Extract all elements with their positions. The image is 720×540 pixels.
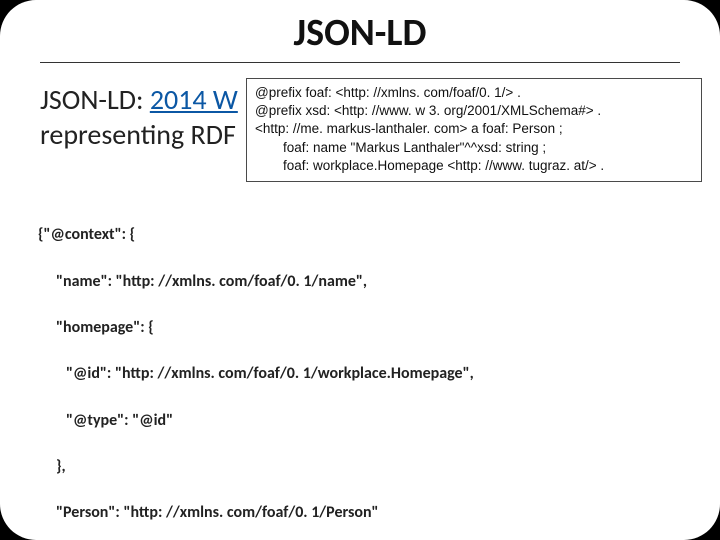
- slide-title: JSON-LD: [294, 10, 427, 56]
- code-line: {"@context": {: [38, 223, 680, 246]
- turtle-line: foaf: workplace.Homepage <http: //www. t…: [255, 157, 693, 175]
- turtle-line: @prefix foaf: <http: //xmlns. com/foaf/0…: [255, 84, 693, 102]
- code-line: "@id": "http: //xmlns. com/foaf/0. 1/wor…: [66, 362, 680, 385]
- code-line: "homepage": {: [56, 316, 680, 339]
- body-line2: representing RDF: [40, 117, 236, 152]
- turtle-line: foaf: name "Markus Lanthaler"^^xsd: stri…: [255, 139, 693, 157]
- code-line: "Person": "http: //xmlns. com/foaf/0. 1/…: [56, 501, 680, 524]
- turtle-line: <http: //me. markus-lanthaler. com> a fo…: [255, 120, 693, 138]
- body-link[interactable]: 2014 W: [150, 82, 238, 117]
- code-line: "@type": "@id": [66, 409, 680, 432]
- code-line: },: [56, 455, 680, 478]
- slide: JSON-LD JSON-LD: 2014 W representing RDF…: [0, 0, 720, 540]
- json-code-block: {"@context": { "name": "http: //xmlns. c…: [38, 200, 680, 540]
- title-wrap: JSON-LD: [40, 10, 680, 63]
- code-line: "name": "http: //xmlns. com/foaf/0. 1/na…: [56, 270, 680, 293]
- turtle-overlay: @prefix foaf: <http: //xmlns. com/foaf/0…: [246, 78, 702, 182]
- turtle-line: @prefix xsd: <http: //www. w 3. org/2001…: [255, 102, 693, 120]
- body-prefix: JSON-LD:: [40, 82, 150, 117]
